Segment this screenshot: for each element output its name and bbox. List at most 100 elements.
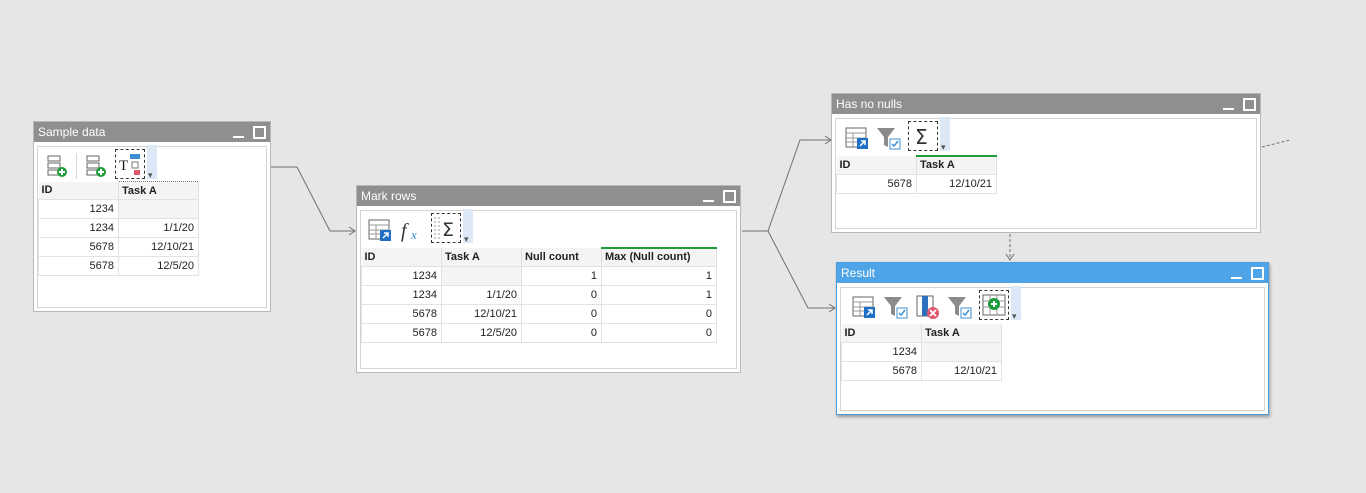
function-fx-icon[interactable]: f x — [399, 217, 425, 243]
table-cell[interactable]: 1234 — [38, 199, 119, 219]
table-link-icon[interactable] — [367, 217, 393, 243]
table-cell[interactable]: 5678 — [841, 360, 922, 381]
table-cell[interactable]: 0 — [521, 284, 602, 305]
maximize-icon[interactable] — [1251, 266, 1264, 280]
node-body: T ID Task A 1234 1234 1/1/20 — [37, 145, 267, 308]
node-mark-rows[interactable]: Mark rows f x Σ ▾ ID Task A Null count M… — [356, 185, 741, 373]
svg-text:Σ: Σ — [915, 125, 928, 149]
svg-text:Σ: Σ — [442, 219, 454, 241]
node-body: Σ ID Task A 5678 12/10/21 — [835, 117, 1257, 229]
table-link-icon[interactable] — [844, 125, 870, 151]
table-cell[interactable]: 12/5/20 — [441, 322, 522, 343]
table-cell[interactable]: 1234 — [361, 265, 442, 286]
table-row: 1234 1/1/20 0 1 — [361, 284, 717, 305]
table-cell[interactable]: 5678 — [361, 303, 442, 324]
table-cell[interactable]: 0 — [601, 322, 717, 343]
table-cell[interactable]: 5678 — [361, 322, 442, 343]
table-cell[interactable]: 1 — [521, 265, 602, 286]
node-titlebar[interactable]: Mark rows — [357, 186, 740, 206]
connector-sample-to-mark — [270, 166, 354, 232]
table-cell[interactable]: 12/5/20 — [118, 256, 199, 276]
filter-icon[interactable] — [876, 125, 902, 151]
sigma-aggregate-icon[interactable]: Σ — [908, 121, 938, 151]
minimize-icon[interactable] — [702, 190, 715, 203]
table-cell[interactable]: 12/10/21 — [916, 173, 997, 194]
add-column-icon[interactable] — [979, 290, 1009, 320]
connector-mark-to-hasnonulls — [742, 139, 830, 232]
sigma-aggregate-icon[interactable]: Σ — [431, 213, 461, 243]
toolbar-dropdown[interactable] — [1011, 286, 1021, 322]
add-row-icon[interactable] — [83, 153, 109, 179]
table-cell[interactable]: 1234 — [361, 284, 442, 305]
table-header-row: ID Task A — [38, 181, 199, 200]
column-header[interactable]: Task A — [921, 324, 1002, 342]
remove-column-icon[interactable] — [915, 294, 941, 320]
maximize-icon[interactable] — [723, 189, 736, 203]
filter-icon[interactable] — [883, 294, 909, 320]
connector-hasnonulls-out — [1261, 139, 1291, 148]
table-cell[interactable]: 12/10/21 — [118, 237, 199, 257]
table-header-row: ID Task A — [841, 324, 1002, 342]
table-row: 1234 1/1/20 — [38, 218, 199, 238]
node-titlebar[interactable]: Has no nulls — [832, 94, 1260, 114]
text-format-icon[interactable]: T — [115, 149, 145, 179]
column-header[interactable]: Task A — [916, 155, 997, 174]
minimize-icon[interactable] — [1222, 98, 1235, 111]
table-cell[interactable]: 1/1/20 — [118, 218, 199, 238]
node-body: f x Σ ID Task A Null count Max (Null cou… — [360, 209, 737, 369]
node-sample-data[interactable]: Sample data T ▾ ID Task A 1234 1234 1/1/… — [33, 121, 271, 312]
table-cell[interactable]: 0 — [601, 303, 717, 324]
column-header[interactable]: ID — [841, 324, 922, 342]
table-cell[interactable]: 5678 — [38, 237, 119, 257]
table-cell[interactable]: 1234 — [841, 341, 922, 362]
table-cell[interactable]: 0 — [521, 322, 602, 343]
column-header[interactable]: Null count — [521, 248, 602, 266]
maximize-icon[interactable] — [1243, 97, 1256, 111]
column-header[interactable]: Max (Null count) — [601, 247, 717, 266]
toolbar-dropdown[interactable] — [147, 145, 157, 181]
column-header[interactable]: Task A — [118, 181, 199, 200]
table-cell[interactable]: 1234 — [38, 218, 119, 238]
table-cell[interactable]: 5678 — [38, 256, 119, 276]
add-table-icon[interactable] — [44, 153, 70, 179]
table-row: 1234 — [38, 199, 199, 219]
node-titlebar[interactable]: Result — [837, 263, 1268, 283]
column-header[interactable]: Task A — [441, 248, 522, 266]
table-cell[interactable]: 1 — [601, 265, 717, 286]
column-header[interactable]: ID — [38, 181, 119, 200]
node-result[interactable]: Result ▾ ID Task A 1234 5678 12/10/21 — [836, 262, 1269, 415]
table-cell[interactable]: 1 — [601, 284, 717, 305]
node-toolbar: T — [38, 145, 266, 181]
node-titlebar[interactable]: Sample data — [34, 122, 270, 142]
table-cell[interactable] — [441, 265, 522, 286]
table-row: 1234 1 1 — [361, 265, 717, 286]
svg-text:x: x — [410, 227, 417, 242]
filter-icon[interactable] — [947, 294, 973, 320]
maximize-icon[interactable] — [253, 125, 266, 139]
table-cell[interactable]: 12/10/21 — [921, 360, 1002, 381]
toolbar-separator — [76, 153, 77, 179]
table-cell[interactable]: 5678 — [836, 173, 917, 194]
table-row: 1234 — [841, 341, 1002, 362]
table-row: 5678 12/5/20 0 0 — [361, 322, 717, 343]
table-link-icon[interactable] — [851, 294, 877, 320]
table-cell[interactable]: 0 — [521, 303, 602, 324]
data-table: ID Task A 1234 1234 1/1/20 5678 12/10/21… — [38, 181, 199, 276]
toolbar-dropdown[interactable] — [463, 209, 473, 245]
column-header[interactable]: ID — [836, 156, 917, 174]
table-cell[interactable] — [921, 341, 1002, 362]
table-cell[interactable] — [118, 199, 199, 219]
table-row: 5678 12/10/21 — [38, 237, 199, 257]
minimize-icon[interactable] — [1230, 267, 1243, 280]
node-has-no-nulls[interactable]: Has no nulls Σ ▾ ID Task A 5678 12/10/21 — [831, 93, 1261, 233]
minimize-icon[interactable] — [232, 126, 245, 139]
toolbar-dropdown[interactable] — [940, 117, 950, 153]
data-table: ID Task A 1234 5678 12/10/21 — [841, 324, 1002, 381]
table-cell[interactable]: 1/1/20 — [441, 284, 522, 305]
table-cell[interactable]: 12/10/21 — [441, 303, 522, 324]
node-title: Mark rows — [361, 189, 417, 203]
column-header[interactable]: ID — [361, 248, 442, 266]
data-table: ID Task A Null count Max (Null count) 12… — [361, 247, 717, 343]
node-title: Has no nulls — [836, 97, 903, 111]
svg-text:T: T — [119, 158, 128, 174]
